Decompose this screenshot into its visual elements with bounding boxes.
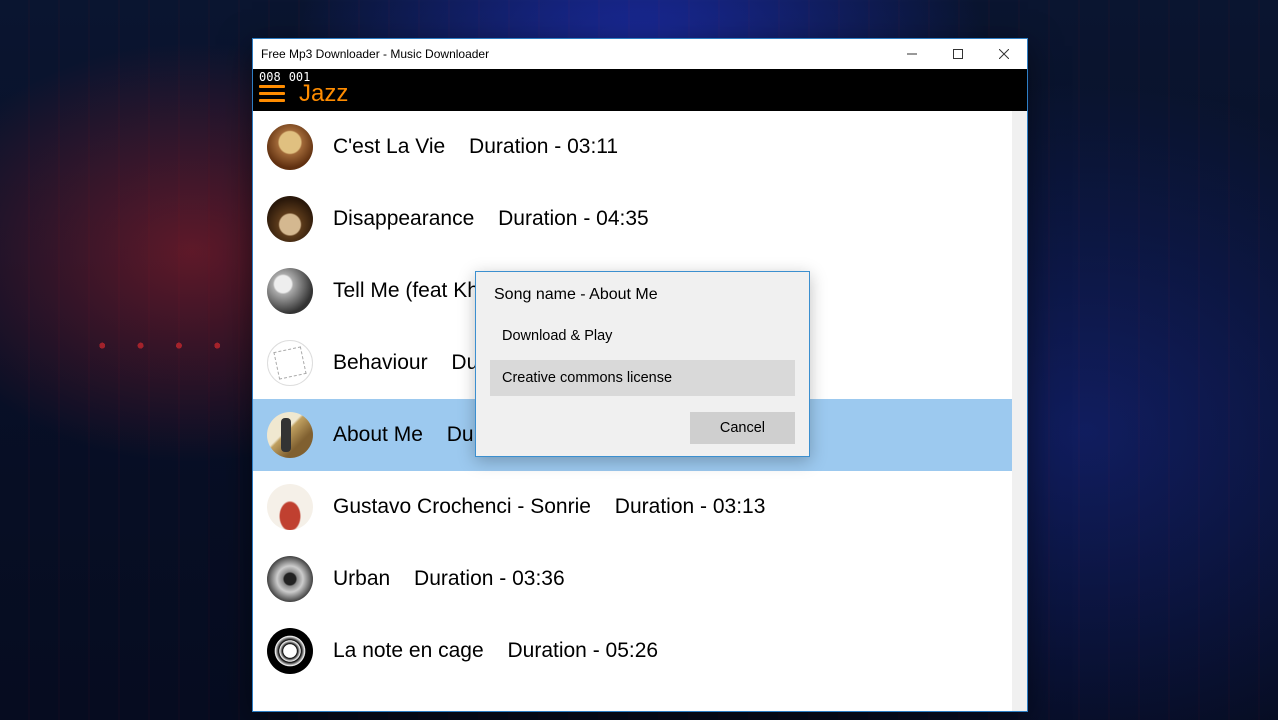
album-art-icon: [267, 412, 313, 458]
song-duration: Duration - 05:26: [507, 639, 658, 662]
song-duration: Duration - 03:13: [615, 495, 766, 518]
list-item-text: Disappearance Duration - 04:35: [333, 207, 649, 231]
album-art-icon: [267, 556, 313, 602]
close-button[interactable]: [981, 39, 1027, 69]
window-title: Free Mp3 Downloader - Music Downloader: [261, 47, 889, 61]
app-header-bar: 008 001 Jazz: [253, 69, 1027, 111]
vertical-scrollbar[interactable]: [1012, 111, 1027, 711]
list-item[interactable]: Gustavo Crochenci - Sonrie Duration - 03…: [253, 471, 1027, 543]
cancel-button[interactable]: Cancel: [690, 412, 795, 444]
song-context-dialog: Song name - About Me Download & Play Cre…: [475, 271, 810, 457]
song-name: Disappearance: [333, 207, 474, 230]
list-item-text: Urban Duration - 03:36: [333, 567, 565, 591]
album-art-icon: [267, 268, 313, 314]
list-item-text: C'est La Vie Duration - 03:11: [333, 135, 618, 159]
list-item[interactable]: Disappearance Duration - 04:35: [253, 183, 1027, 255]
category-title: Jazz: [299, 80, 348, 108]
header-counters: 008 001: [259, 70, 310, 84]
song-duration: Duration - 04:35: [498, 207, 649, 230]
window-titlebar[interactable]: Free Mp3 Downloader - Music Downloader: [253, 39, 1027, 69]
maximize-button[interactable]: [935, 39, 981, 69]
song-name: C'est La Vie: [333, 135, 445, 158]
list-item[interactable]: C'est La Vie Duration - 03:11: [253, 111, 1027, 183]
list-item[interactable]: Urban Duration - 03:36: [253, 543, 1027, 615]
list-item-text: Gustavo Crochenci - Sonrie Duration - 03…: [333, 495, 765, 519]
list-item-text: La note en cage Duration - 05:26: [333, 639, 658, 663]
album-art-icon: [267, 124, 313, 170]
album-art-icon: [267, 196, 313, 242]
song-name: Behaviour: [333, 351, 428, 374]
cc-license-option[interactable]: Creative commons license: [490, 360, 795, 396]
counter-a: 008: [259, 70, 281, 84]
counter-b: 001: [289, 70, 311, 84]
album-art-icon: [267, 628, 313, 674]
song-name: Urban: [333, 567, 390, 590]
song-name: Gustavo Crochenci - Sonrie: [333, 495, 591, 518]
song-name: About Me: [333, 423, 423, 446]
list-item[interactable]: La note en cage Duration - 05:26: [253, 615, 1027, 687]
album-art-icon: [267, 484, 313, 530]
song-duration: Duration - 03:36: [414, 567, 565, 590]
minimize-button[interactable]: [889, 39, 935, 69]
album-art-icon: [267, 340, 313, 386]
song-duration: Duration - 03:11: [469, 135, 618, 158]
song-name: La note en cage: [333, 639, 484, 662]
dialog-title: Song name - About Me: [476, 272, 809, 312]
download-play-option[interactable]: Download & Play: [490, 318, 795, 354]
